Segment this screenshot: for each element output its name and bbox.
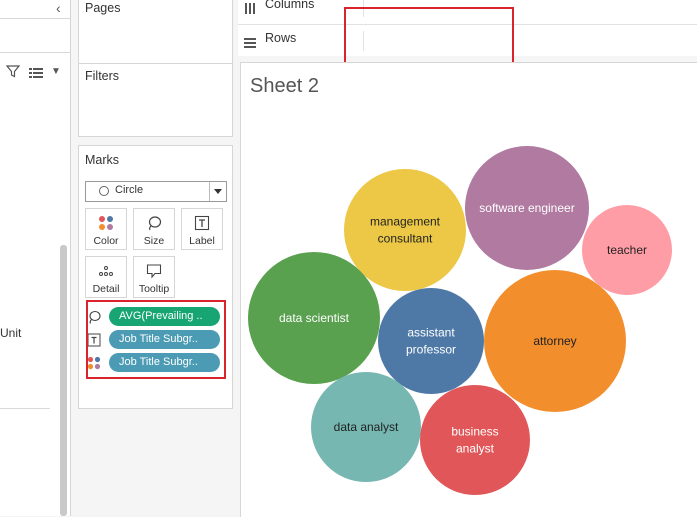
- divider: [0, 18, 70, 19]
- view-list-icon[interactable]: [29, 66, 43, 84]
- divider: [0, 408, 50, 409]
- filters-shelf[interactable]: Filters: [78, 63, 233, 137]
- color-button-label: Color: [93, 235, 119, 247]
- packed-bubble-chart: management consultantsoftware engineertea…: [248, 146, 672, 495]
- tooltip-button-label: Tooltip: [138, 283, 170, 295]
- size-button[interactable]: Size: [133, 208, 175, 250]
- collapse-pane-icon[interactable]: ‹: [56, 0, 61, 16]
- marks-title: Marks: [85, 153, 120, 167]
- columns-label: Columns: [265, 0, 315, 11]
- chevron-down-icon[interactable]: ▼: [51, 66, 61, 77]
- size-button-label: Size: [143, 235, 165, 247]
- highlight-box: [86, 300, 226, 379]
- rows-label: Rows: [265, 31, 297, 45]
- highlight-box: [344, 7, 514, 69]
- bubble-label: attorney: [533, 334, 576, 348]
- filters-title: Filters: [85, 69, 120, 83]
- rows-icon: [244, 35, 256, 53]
- top-shelves: Columns Rows: [238, 0, 697, 69]
- marks-card: Marks Circle Color Size Label Detail Too…: [78, 145, 233, 409]
- scrollbar[interactable]: [60, 245, 67, 516]
- filter-icon[interactable]: [5, 64, 21, 83]
- field-item-unit[interactable]: Unit: [0, 326, 21, 340]
- bubble-label: data analyst: [334, 420, 399, 434]
- detail-button[interactable]: Detail: [85, 256, 127, 298]
- circle-icon: [99, 186, 109, 196]
- color-button[interactable]: Color: [85, 208, 127, 250]
- pages-title: Pages: [85, 1, 121, 15]
- chevron-down-icon[interactable]: [209, 182, 226, 201]
- bubble[interactable]: [378, 288, 484, 394]
- tooltip-button[interactable]: Tooltip: [133, 256, 175, 298]
- color-dots-icon: [98, 215, 114, 231]
- bubble[interactable]: [344, 169, 466, 291]
- detail-dots-icon: [98, 263, 114, 279]
- viz-canvas: Sheet 2 management consultant software eng…: [240, 62, 697, 517]
- bubble-label: data scientist: [279, 311, 350, 325]
- shelves-column: Pages Filters Marks Circle Color Size La…: [73, 0, 236, 516]
- bubble-label: software engineer: [479, 201, 574, 215]
- tooltip-icon: [146, 263, 162, 279]
- label-button[interactable]: Label: [181, 208, 223, 250]
- detail-button-label: Detail: [92, 283, 120, 295]
- mark-type-dropdown[interactable]: Circle: [85, 181, 227, 202]
- bubble[interactable]: [420, 385, 530, 495]
- size-lasso-icon: [146, 215, 162, 231]
- divider: [0, 52, 70, 53]
- data-pane: ‹ ▼ Unit: [0, 0, 71, 516]
- bubble-label: teacher: [607, 243, 647, 257]
- label-button-label: Label: [189, 235, 215, 247]
- columns-icon: [244, 1, 256, 19]
- text-label-icon: [194, 215, 210, 231]
- mark-type-label: Circle: [115, 184, 144, 196]
